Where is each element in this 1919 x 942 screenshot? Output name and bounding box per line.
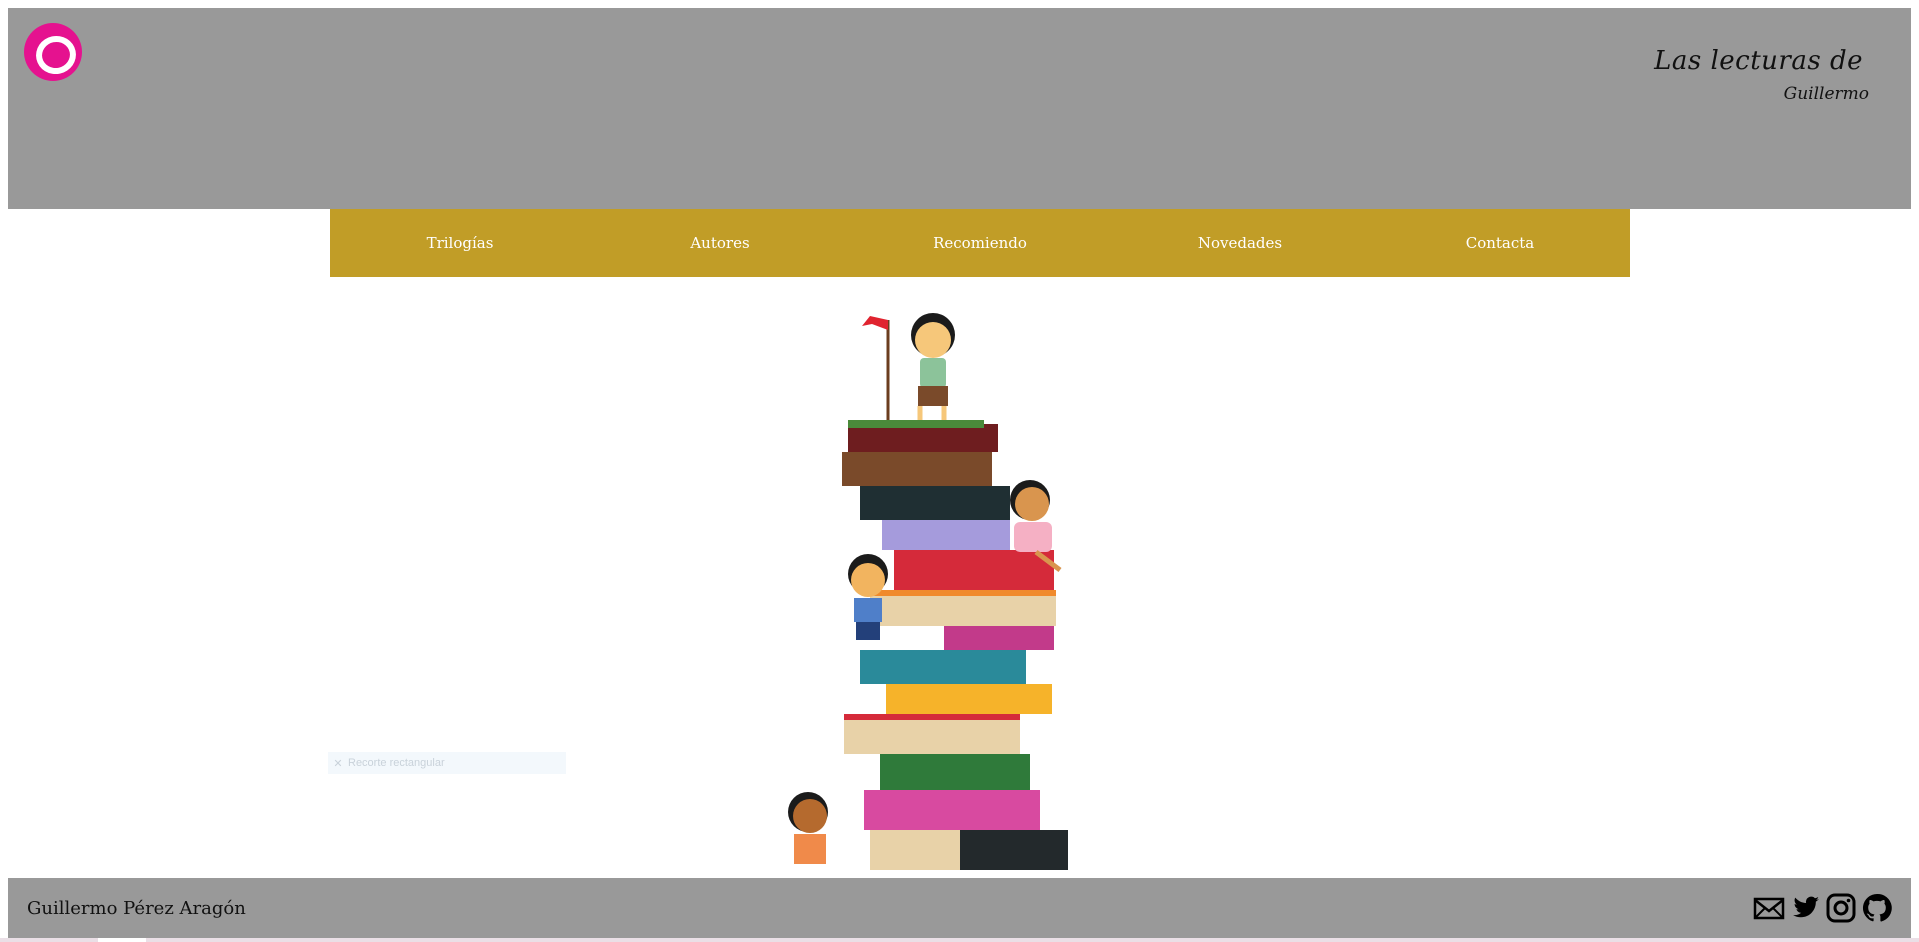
hero-illustration bbox=[760, 300, 1200, 878]
snip-label: Recorte rectangular bbox=[348, 757, 445, 769]
footer-author: Guillermo Pérez Aragón bbox=[27, 898, 246, 919]
nav-item-contacta[interactable]: Contacta bbox=[1370, 209, 1630, 277]
mail-icon[interactable] bbox=[1753, 892, 1785, 924]
snip-overlay: ✕ Recorte rectangular bbox=[328, 752, 566, 774]
circle-logo-icon[interactable] bbox=[24, 23, 82, 81]
bottom-strip bbox=[0, 938, 1919, 942]
nav-item-autores[interactable]: Autores bbox=[590, 209, 850, 277]
social-links bbox=[1753, 892, 1893, 924]
brand-subtitle: Guillermo bbox=[1783, 84, 1869, 104]
twitter-icon[interactable] bbox=[1789, 892, 1821, 924]
brand-title: Las lecturas de bbox=[1654, 46, 1863, 76]
nav-item-recomiendo[interactable]: Recomiendo bbox=[850, 209, 1110, 277]
site-brand: Las lecturas de Guillermo bbox=[1654, 46, 1869, 104]
nav-item-trilogias[interactable]: Trilogías bbox=[330, 209, 590, 277]
main-nav: Trilogías Autores Recomiendo Novedades C… bbox=[330, 209, 1630, 277]
nav-item-novedades[interactable]: Novedades bbox=[1110, 209, 1370, 277]
site-footer: Guillermo Pérez Aragón bbox=[8, 878, 1911, 938]
books-stack-illustration bbox=[788, 313, 1068, 870]
close-icon[interactable]: ✕ bbox=[328, 757, 348, 770]
github-icon[interactable] bbox=[1861, 892, 1893, 924]
instagram-icon[interactable] bbox=[1825, 892, 1857, 924]
site-header: Las lecturas de Guillermo bbox=[8, 8, 1911, 209]
